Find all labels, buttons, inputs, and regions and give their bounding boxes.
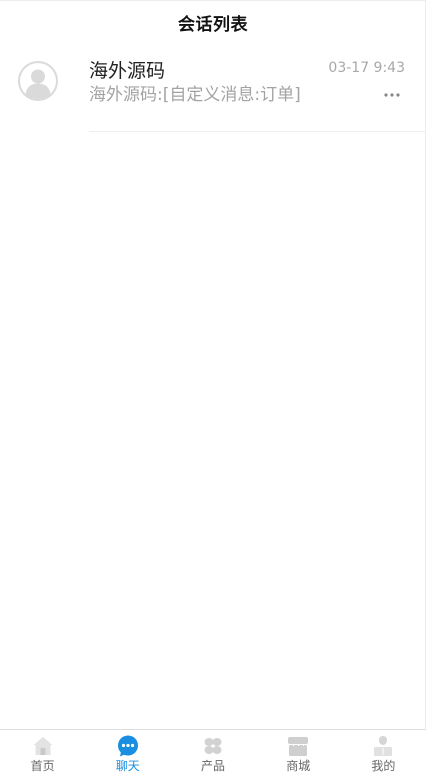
- tab-chat[interactable]: 聊天: [85, 730, 170, 775]
- product-icon: [204, 738, 222, 754]
- chat-icon: [117, 735, 138, 757]
- tab-product-label: 产品: [201, 759, 226, 773]
- default-user-avatar-icon: [18, 61, 58, 101]
- tab-profile[interactable]: 我的: [341, 730, 426, 775]
- tab-product[interactable]: 产品: [170, 730, 255, 775]
- conversation-preview: 海外源码:[自定义消息:订单]: [89, 85, 301, 105]
- page-title: 会话列表: [178, 14, 248, 35]
- conversation-time: 03-17 9:43: [328, 60, 405, 76]
- conversation-divider: [89, 131, 426, 132]
- chat-app: 会话列表 海外源码 03-17 9:43 海外源码:[自定义消息:订单] 首页 …: [0, 0, 426, 775]
- profile-icon: [374, 736, 393, 756]
- tab-home-label: 首页: [30, 759, 55, 773]
- conversation-list: 海外源码 03-17 9:43 海外源码:[自定义消息:订单]: [0, 43, 426, 132]
- tab-store[interactable]: 商城: [256, 730, 341, 775]
- bottom-tab-bar: 首页 聊天 产品 商城 我的: [0, 729, 426, 775]
- tab-chat-label: 聊天: [115, 759, 140, 773]
- tab-store-label: 商城: [286, 759, 311, 773]
- tab-profile-label: 我的: [371, 759, 396, 773]
- conversation-name: 海外源码: [89, 60, 166, 82]
- ellipsis-icon[interactable]: [383, 91, 401, 99]
- store-icon: [288, 737, 309, 756]
- conversation-item[interactable]: 海外源码 03-17 9:43 海外源码:[自定义消息:订单]: [0, 43, 426, 132]
- home-icon: [33, 737, 53, 755]
- tab-home[interactable]: 首页: [0, 730, 85, 775]
- header: 会话列表: [0, 1, 426, 43]
